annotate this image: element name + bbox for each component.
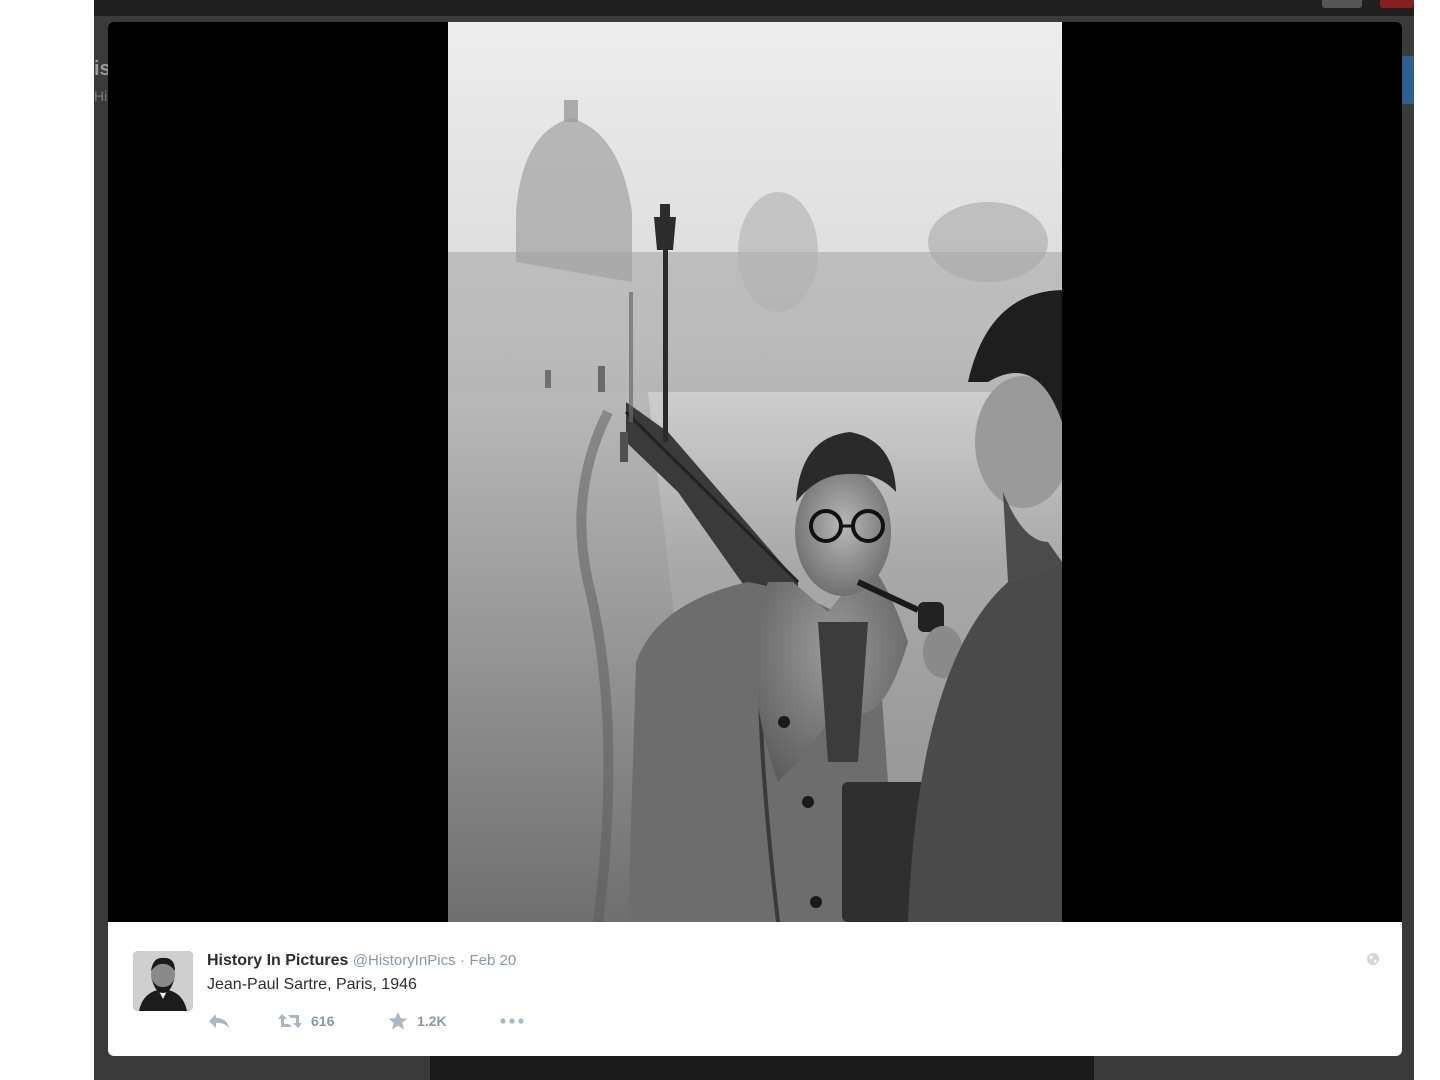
tweet-details-card: History In Pictures @HistoryInPics · Feb… [108, 922, 1402, 1056]
tweet-author-name[interactable]: History In Pictures [207, 952, 348, 969]
tweet-timestamp[interactable]: Feb 20 [469, 952, 516, 969]
reply-icon [209, 1014, 229, 1028]
favorite-button[interactable]: 1.2K [387, 1010, 447, 1032]
retweet-count: 616 [311, 1013, 335, 1029]
favorite-count: 1.2K [417, 1013, 447, 1029]
more-icon [500, 1018, 524, 1024]
tweet-header: History In Pictures @HistoryInPics · Feb… [207, 952, 516, 970]
reply-button[interactable] [207, 1010, 231, 1032]
avatar-image [133, 951, 193, 1011]
tweet-author-handle[interactable]: @HistoryInPics [353, 952, 456, 969]
background-profile-handle: Hi [94, 88, 108, 104]
tweet-photo[interactable] [448, 22, 1062, 922]
media-lightbox: History In Pictures @HistoryInPics · Feb… [108, 22, 1402, 1056]
retweet-button[interactable]: 616 [277, 1010, 334, 1032]
background-search-button [1322, 0, 1362, 8]
more-button[interactable] [499, 1010, 525, 1032]
retweet-icon [278, 1014, 302, 1028]
timestamp-separator: · [460, 952, 466, 969]
background-media-thumbnail [430, 1056, 1094, 1080]
photo-image [448, 22, 1062, 922]
globe-icon[interactable] [1366, 952, 1380, 966]
background-follow-button [1402, 56, 1414, 104]
star-icon [388, 1012, 408, 1030]
tweet-text: Jean-Paul Sartre, Paris, 1946 [207, 976, 417, 993]
avatar[interactable] [133, 951, 193, 1011]
background-topbar [94, 0, 1414, 16]
background-tweet-button [1380, 0, 1414, 8]
